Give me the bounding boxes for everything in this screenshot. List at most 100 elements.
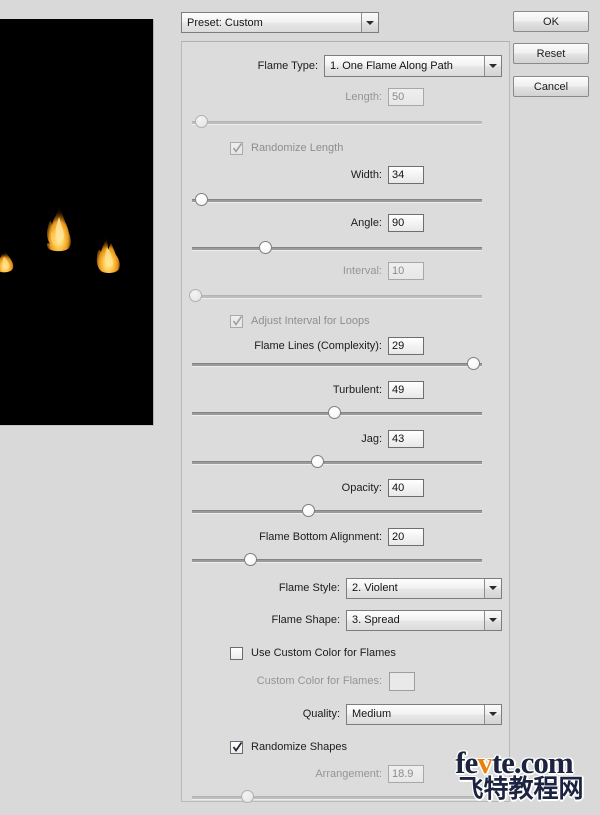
flame-bottom-alignment-label: Flame Bottom Alignment: [182, 531, 382, 543]
chevron-down-icon[interactable] [484, 705, 501, 724]
row-flame-style: Flame Style: 2. Violent [182, 577, 509, 599]
slider-track [192, 121, 482, 124]
checkmark-icon [232, 142, 243, 154]
length-input[interactable] [388, 88, 424, 106]
width-slider[interactable] [192, 193, 482, 207]
slider-thumb[interactable] [328, 406, 341, 419]
randomize-shapes-label: Randomize Shapes [251, 741, 347, 754]
flame-preview-shape [93, 235, 125, 275]
row-turbulent: Turbulent: [182, 379, 509, 401]
slider-track [192, 559, 482, 562]
flame-preview-panel[interactable] [0, 19, 154, 426]
row-use-custom-color: Use Custom Color for Flames [182, 642, 557, 664]
row-angle: Angle: [182, 212, 509, 234]
preset-dropdown[interactable]: Preset: Custom [181, 12, 379, 33]
quality-label: Quality: [182, 708, 340, 720]
slider-thumb[interactable] [311, 455, 324, 468]
cancel-button[interactable]: Cancel [513, 76, 589, 97]
randomize-shapes-checkbox[interactable] [230, 741, 243, 754]
preset-dropdown-value: Preset: Custom [182, 17, 361, 29]
row-quality: Quality: Medium [182, 703, 509, 725]
randomize-length-label: Randomize Length [251, 142, 343, 155]
slider-thumb[interactable] [302, 504, 315, 517]
jag-label: Jag: [182, 433, 382, 445]
width-input[interactable] [388, 166, 424, 184]
chevron-down-icon[interactable] [484, 56, 501, 76]
row-opacity: Opacity: [182, 477, 509, 499]
slider-track [192, 796, 482, 799]
flame-settings-panel: Flame Type: 1. One Flame Along Path Leng… [181, 41, 510, 802]
checkmark-icon [232, 315, 243, 327]
ok-button[interactable]: OK [513, 11, 589, 32]
slider-thumb[interactable] [189, 289, 202, 302]
length-slider[interactable] [192, 115, 482, 129]
width-label: Width: [182, 169, 382, 181]
flame-style-dropdown[interactable]: 2. Violent [346, 578, 502, 599]
flame-style-value: 2. Violent [347, 582, 484, 594]
row-randomize-shapes: Randomize Shapes [182, 736, 557, 758]
custom-color-swatch[interactable] [389, 672, 415, 691]
slider-track [192, 199, 482, 202]
quality-dropdown[interactable]: Medium [346, 704, 502, 725]
length-label: Length: [182, 91, 382, 103]
opacity-label: Opacity: [182, 482, 382, 494]
row-flame-lines: Flame Lines (Complexity): [182, 335, 509, 357]
row-jag: Jag: [182, 428, 509, 450]
arrangement-label: Arrangement: [182, 768, 382, 780]
slider-thumb[interactable] [467, 357, 480, 370]
interval-slider[interactable] [192, 289, 482, 303]
chevron-down-icon[interactable] [484, 611, 501, 630]
row-interval: Interval: [182, 260, 509, 282]
slider-thumb[interactable] [195, 193, 208, 206]
slider-track [192, 295, 482, 298]
arrangement-slider[interactable] [192, 790, 482, 804]
slider-track [192, 461, 482, 464]
custom-color-label: Custom Color for Flames: [182, 675, 382, 687]
opacity-slider[interactable] [192, 504, 482, 518]
flame-shape-label: Flame Shape: [182, 614, 340, 626]
row-length: Length: [182, 86, 509, 108]
row-custom-color: Custom Color for Flames: [182, 670, 509, 692]
slider-thumb[interactable] [241, 790, 254, 803]
flame-type-label: Flame Type: [182, 60, 318, 72]
row-adjust-interval: Adjust Interval for Loops [182, 310, 557, 332]
slider-thumb[interactable] [244, 553, 257, 566]
row-randomize-length: Randomize Length [182, 137, 557, 159]
angle-slider[interactable] [192, 241, 482, 255]
interval-label: Interval: [182, 265, 382, 277]
opacity-input[interactable] [388, 479, 424, 497]
flame-dialog: OK Reset Cancel Preset: Custom Flame Typ… [0, 0, 600, 815]
slider-thumb[interactable] [195, 115, 208, 128]
interval-input[interactable] [388, 262, 424, 280]
chevron-down-icon[interactable] [484, 579, 501, 598]
flame-type-dropdown[interactable]: 1. One Flame Along Path [324, 55, 502, 77]
reset-button[interactable]: Reset [513, 43, 589, 64]
flame-bottom-alignment-input[interactable] [388, 528, 424, 546]
flame-lines-label: Flame Lines (Complexity): [182, 340, 382, 352]
angle-label: Angle: [182, 217, 382, 229]
row-width: Width: [182, 164, 509, 186]
adjust-interval-label: Adjust Interval for Loops [251, 315, 370, 328]
row-flame-bottom-alignment: Flame Bottom Alignment: [182, 526, 509, 548]
slider-thumb[interactable] [259, 241, 272, 254]
slider-track [192, 363, 482, 366]
randomize-length-checkbox[interactable] [230, 142, 243, 155]
adjust-interval-checkbox[interactable] [230, 315, 243, 328]
turbulent-slider[interactable] [192, 406, 482, 420]
arrangement-input[interactable] [388, 765, 424, 783]
use-custom-color-label: Use Custom Color for Flames [251, 647, 396, 660]
flame-shape-value: 3. Spread [347, 614, 484, 626]
row-arrangement: Arrangement: [182, 763, 509, 785]
jag-slider[interactable] [192, 455, 482, 469]
jag-input[interactable] [388, 430, 424, 448]
flame-lines-slider[interactable] [192, 357, 482, 371]
use-custom-color-checkbox[interactable] [230, 647, 243, 660]
flame-bottom-alignment-slider[interactable] [192, 553, 482, 567]
flame-shape-dropdown[interactable]: 3. Spread [346, 610, 502, 631]
flame-lines-input[interactable] [388, 337, 424, 355]
angle-input[interactable] [388, 214, 424, 232]
row-flame-shape: Flame Shape: 3. Spread [182, 609, 509, 631]
slider-track [192, 247, 482, 250]
turbulent-input[interactable] [388, 381, 424, 399]
chevron-down-icon[interactable] [361, 13, 378, 32]
